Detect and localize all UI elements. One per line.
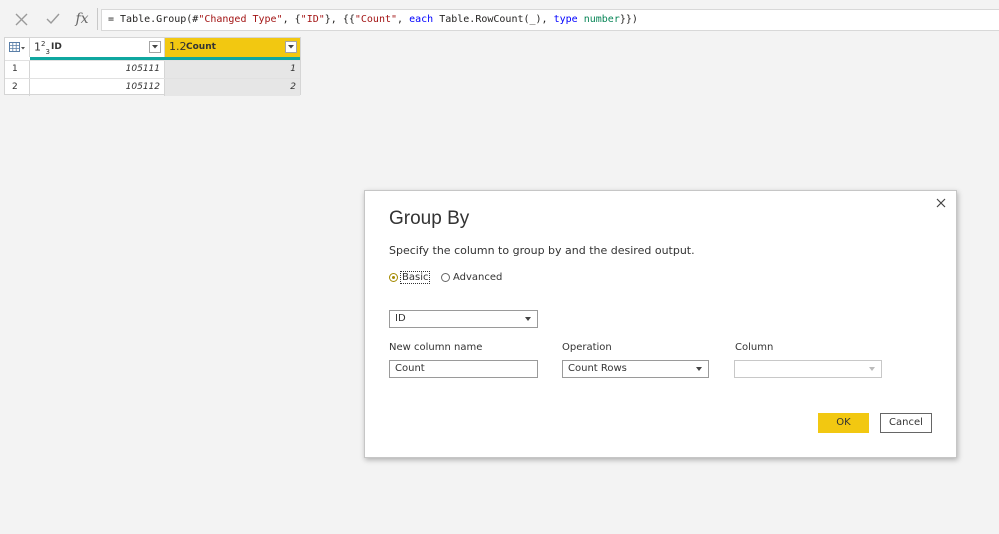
column-label: Column — [735, 342, 774, 353]
column-filter-dropdown-icon[interactable] — [149, 41, 161, 53]
formula-keyword: type — [553, 14, 578, 25]
operation-select[interactable]: Count Rows — [562, 360, 709, 378]
ok-button[interactable]: OK — [818, 413, 869, 433]
radio-advanced[interactable]: Advanced — [441, 269, 502, 285]
table-menu-icon[interactable] — [5, 38, 30, 57]
new-column-name-input[interactable]: Count — [389, 360, 538, 378]
formula-keyword: each — [409, 14, 434, 25]
group-by-dialog: Group By Specify the column to group by … — [364, 190, 957, 458]
radio-basic[interactable]: Basic — [389, 269, 431, 285]
table-cell[interactable]: 1 — [165, 61, 300, 78]
radio-basic-label[interactable]: Basic — [399, 270, 431, 284]
cancel-button[interactable]: Cancel — [880, 413, 932, 433]
table-row: 2 105112 2 — [5, 78, 300, 96]
formula-text: , { — [282, 14, 301, 25]
chevron-down-icon[interactable] — [525, 317, 531, 321]
column-filter-dropdown-icon[interactable] — [285, 41, 297, 53]
table-cell[interactable]: 2 — [165, 79, 300, 96]
formula-text: }}) — [619, 14, 638, 25]
formula-text: , — [397, 14, 410, 25]
new-column-name-label: New column name — [389, 342, 483, 353]
table-cell[interactable]: 105111 — [30, 61, 165, 78]
formula-text: = Table.Group(# — [108, 14, 199, 25]
column-header-label: ID — [51, 42, 62, 52]
grid-header: 123 ID 1.2 Count — [5, 38, 300, 57]
formula-bar: fx = Table.Group(#"Changed Type", {"ID"}… — [0, 0, 999, 34]
data-grid: 123 ID 1.2 Count 1 105111 1 2 105112 2 — [4, 37, 301, 96]
whole-number-type-icon[interactable]: 123 — [34, 40, 50, 56]
operation-label: Operation — [562, 342, 612, 353]
formula-input[interactable]: = Table.Group(#"Changed Type", {"ID"}, {… — [101, 9, 999, 31]
operation-value: Count Rows — [568, 363, 627, 374]
radio-unselected-icon[interactable] — [441, 272, 450, 282]
check-icon[interactable] — [44, 10, 62, 28]
formula-separator — [97, 8, 98, 30]
chevron-down-icon[interactable] — [696, 367, 702, 371]
group-by-column-value: ID — [395, 313, 406, 324]
row-number: 2 — [5, 79, 30, 96]
formula-text: Table.RowCount(_), — [433, 14, 554, 25]
column-header-id[interactable]: 123 ID — [30, 38, 165, 57]
row-number: 1 — [5, 61, 30, 78]
decimal-type-icon[interactable]: 1.2 — [169, 40, 187, 53]
dialog-title: Group By — [389, 208, 470, 229]
chevron-down-icon — [869, 367, 875, 371]
column-select — [734, 360, 882, 378]
table-row: 1 105111 1 — [5, 60, 300, 78]
formula-string: "Changed Type" — [198, 14, 283, 25]
radio-selected-icon[interactable] — [389, 272, 398, 282]
x-icon[interactable] — [12, 10, 30, 28]
close-icon[interactable] — [934, 196, 948, 210]
formula-string: "Count" — [354, 14, 398, 25]
column-header-count[interactable]: 1.2 Count — [165, 38, 300, 57]
column-header-label: Count — [186, 42, 216, 52]
radio-advanced-label[interactable]: Advanced — [453, 272, 502, 283]
formula-string: "ID" — [300, 14, 325, 25]
table-cell[interactable]: 105112 — [30, 79, 165, 96]
formula-text: }, {{ — [324, 14, 355, 25]
group-by-column-select[interactable]: ID — [389, 310, 538, 328]
fx-icon[interactable]: fx — [73, 10, 91, 28]
dialog-description: Specify the column to group by and the d… — [389, 244, 695, 257]
formula-type: number — [583, 14, 620, 25]
